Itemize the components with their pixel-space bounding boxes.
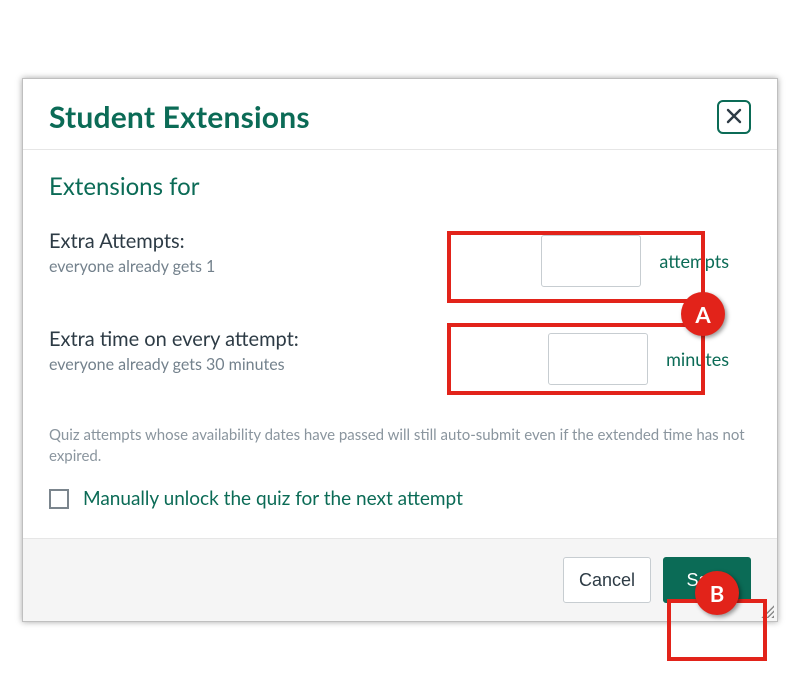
extra-attempts-input[interactable] (541, 235, 641, 287)
extra-attempts-hint: everyone already gets 1 (49, 257, 215, 276)
extra-time-input[interactable] (548, 333, 648, 385)
dialog-body: Extensions for Extra Attempts: everyone … (23, 150, 777, 538)
extra-attempts-input-group: attempts (531, 229, 751, 293)
extra-time-row: Extra time on every attempt: everyone al… (49, 327, 751, 391)
dialog-title: Student Extensions (49, 99, 310, 135)
extra-time-hint: everyone already gets 30 minutes (49, 355, 299, 374)
dialog-header: Student Extensions (23, 79, 777, 150)
close-button[interactable] (717, 100, 751, 134)
extra-attempts-unit: attempts (659, 250, 729, 272)
resize-grip-icon[interactable] (758, 602, 774, 618)
extra-time-label: Extra time on every attempt: (49, 327, 299, 351)
dialog-footer: Cancel Save (23, 538, 777, 621)
manual-unlock-row: Manually unlock the quiz for the next at… (49, 487, 751, 510)
save-button[interactable]: Save (663, 557, 751, 603)
manual-unlock-label[interactable]: Manually unlock the quiz for the next at… (83, 487, 463, 510)
cancel-button-label: Cancel (579, 570, 635, 591)
extensions-for-subtitle: Extensions for (49, 172, 751, 201)
extra-attempts-label: Extra Attempts: (49, 229, 215, 253)
save-button-label: Save (686, 570, 727, 591)
close-icon (726, 108, 742, 127)
cancel-button[interactable]: Cancel (563, 557, 651, 603)
extra-time-input-group: minutes (538, 327, 751, 391)
student-extensions-dialog: Student Extensions Extensions for Extra … (22, 78, 778, 622)
extra-attempts-row: Extra Attempts: everyone already gets 1 … (49, 229, 751, 293)
auto-submit-note: Quiz attempts whose availability dates h… (49, 425, 751, 467)
extra-time-unit: minutes (666, 348, 729, 370)
manual-unlock-checkbox[interactable] (49, 489, 69, 509)
